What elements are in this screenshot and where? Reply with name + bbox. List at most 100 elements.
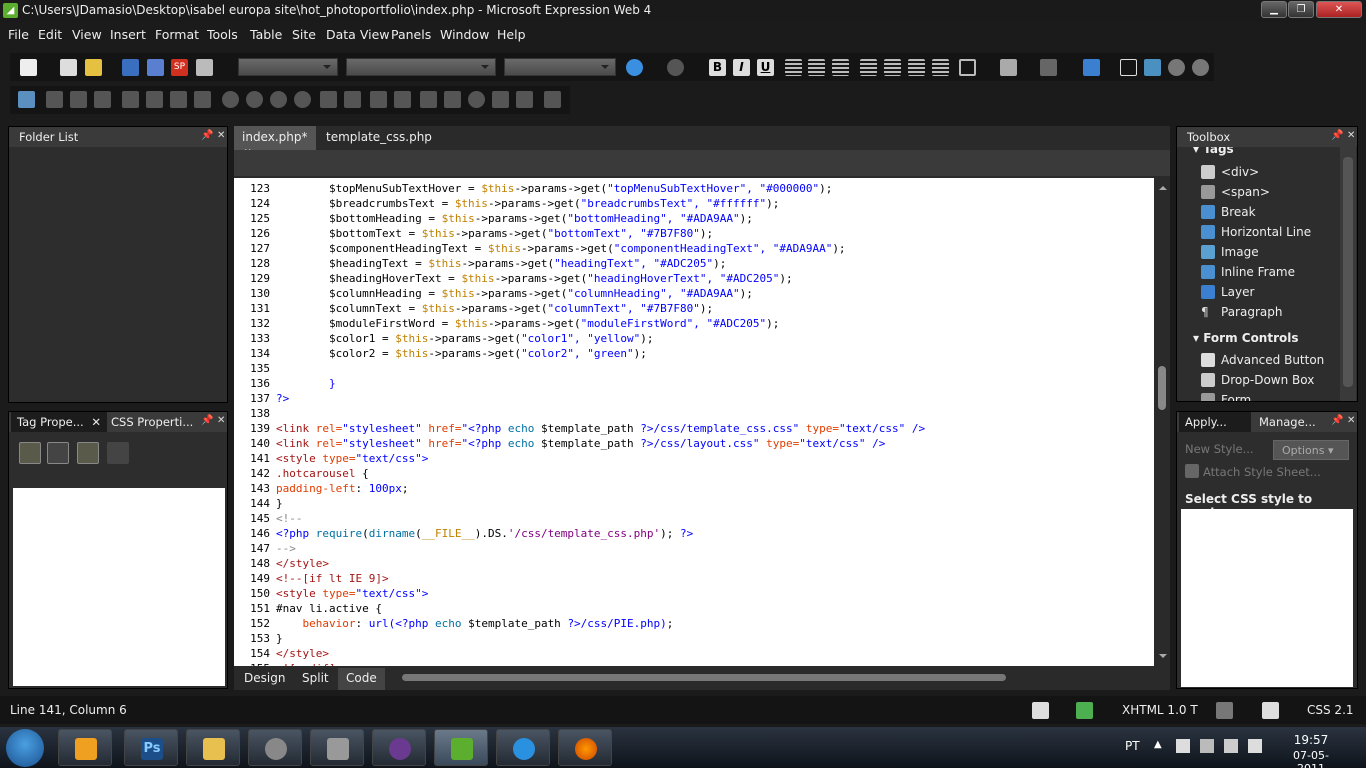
new-page-icon[interactable] (60, 59, 77, 76)
properties-grid[interactable] (13, 488, 225, 686)
code-line[interactable]: 130 $columnHeading = $this->params->get(… (234, 286, 1154, 301)
expression-web-app-icon[interactable]: ◢ (3, 3, 18, 18)
code-line[interactable]: 125 $bottomHeading = $this->params->get(… (234, 211, 1154, 226)
menu-table[interactable]: Table (250, 27, 282, 42)
summary-icon[interactable] (107, 442, 129, 464)
pin-icon[interactable]: 📌 (201, 415, 213, 426)
font-color-icon[interactable] (1040, 59, 1057, 76)
compatibility-icon[interactable] (1032, 702, 1049, 719)
tab-split-view[interactable]: Split (294, 668, 337, 690)
clock-time[interactable]: 19:57 (1281, 733, 1341, 747)
code-line[interactable]: 144} (234, 496, 1154, 511)
code-line[interactable]: 147 --> (234, 541, 1154, 556)
select-icon[interactable] (420, 91, 437, 108)
silverlight-icon[interactable] (1192, 59, 1209, 76)
send-backward-icon[interactable] (94, 91, 111, 108)
code-line[interactable]: 129 $headingHoverText = $this->params->g… (234, 271, 1154, 286)
toolbox-item-paragraph[interactable]: ¶ Paragraph (1201, 303, 1339, 323)
menu-edit[interactable]: Edit (38, 27, 62, 42)
taskbar-explorer[interactable] (186, 729, 240, 766)
more-brightness-icon[interactable] (270, 91, 287, 108)
align-left-icon[interactable] (785, 59, 802, 76)
menu-site[interactable]: Site (292, 27, 316, 42)
code-line[interactable]: 151 #nav li.active { (234, 601, 1154, 616)
vertical-scrollbar[interactable] (1154, 178, 1170, 666)
form-controls-section-header[interactable]: ▾ Form Controls (1193, 331, 1299, 345)
code-line[interactable]: 141 <style type="text/css"> (234, 451, 1154, 466)
crop-icon[interactable] (320, 91, 337, 108)
clock-date[interactable]: 07-05-2011 (1281, 749, 1341, 768)
menu-file[interactable]: File (8, 27, 29, 42)
tab-tag-properties[interactable]: Tag Prope... ✕ (11, 412, 107, 432)
network-icon[interactable] (1200, 739, 1214, 753)
horizontal-scroll-thumb[interactable] (402, 674, 1006, 681)
more-contrast-icon[interactable] (222, 91, 239, 108)
toolbox-item-drop-down-box[interactable]: Drop-Down Box (1201, 371, 1339, 391)
italic-button[interactable]: I (733, 59, 750, 76)
align-center-icon[interactable] (808, 59, 825, 76)
less-brightness-icon[interactable] (294, 91, 311, 108)
code-line[interactable]: 150 <style type="text/css"> (234, 586, 1154, 601)
toolbox-scrollbar[interactable] (1340, 147, 1356, 401)
code-line[interactable]: 132 $moduleFirstWord = $this->params->ge… (234, 316, 1154, 331)
toolbox-item-span[interactable]: <span> (1201, 183, 1339, 203)
code-line[interactable]: 149 <!--[if lt IE 9]> (234, 571, 1154, 586)
set-transparent-color-icon[interactable] (344, 91, 361, 108)
code-line[interactable]: 146 <?php require(dirname(__FILE__).DS.'/… (234, 526, 1154, 541)
action-center-icon[interactable] (1176, 739, 1190, 753)
code-line[interactable]: 142 .hotcarousel { (234, 466, 1154, 481)
minimize-button[interactable]: ▁ (1261, 1, 1287, 18)
toolbox-scroll-thumb[interactable] (1343, 157, 1353, 387)
toolbox-item-div[interactable]: <div> (1201, 163, 1339, 183)
code-line[interactable]: 134 $color2 = $this->params->get("color2… (234, 346, 1154, 361)
auto-thumbnail-icon[interactable] (46, 91, 63, 108)
preview-icon[interactable] (196, 59, 213, 76)
show-categorized-icon[interactable] (19, 442, 41, 464)
save-all-icon[interactable] (147, 59, 164, 76)
code-line[interactable]: 148 </style> (234, 556, 1154, 571)
tags-section-header[interactable]: ▾ Tags (1193, 147, 1234, 156)
close-icon[interactable]: ✕ (217, 130, 225, 141)
toolbox-item-image[interactable]: Image (1201, 243, 1339, 263)
toolbox-item-advanced-button[interactable]: Advanced Button (1201, 351, 1339, 371)
tab-design-view[interactable]: Design (236, 668, 293, 690)
pin-icon[interactable]: 📌 (1331, 415, 1343, 426)
close-button[interactable]: ✕ (1316, 1, 1362, 18)
code-view[interactable]: 123 $topMenuSubTextHover = $this->params… (234, 178, 1154, 666)
code-line[interactable]: 140 <link rel="stylesheet" href="<?php ec… (234, 436, 1154, 451)
pin-icon[interactable]: 📌 (1331, 130, 1343, 141)
rotate-right-icon[interactable] (146, 91, 163, 108)
taskbar-internet-explorer[interactable] (496, 729, 550, 766)
close-icon[interactable]: ✕ (91, 415, 101, 429)
menu-tools[interactable]: Tools (207, 27, 238, 42)
toolbox-item-layer[interactable]: Layer (1201, 283, 1339, 303)
code-line[interactable]: 128 $headingText = $this->params->get("h… (234, 256, 1154, 271)
font-family-dropdown[interactable] (346, 58, 496, 76)
menu-help[interactable]: Help (497, 27, 526, 42)
undo-icon[interactable] (626, 59, 643, 76)
align-right-icon[interactable] (832, 59, 849, 76)
start-button[interactable] (6, 729, 44, 767)
sharepoint-icon[interactable]: SP (171, 59, 188, 76)
scroll-down-icon[interactable] (1159, 654, 1167, 662)
rotate-left-icon[interactable] (122, 91, 139, 108)
sort-alphabetical-icon[interactable] (47, 442, 69, 464)
highlight-hotspots-icon[interactable] (516, 91, 533, 108)
attach-style-sheet-link[interactable]: Attach Style Sheet... (1203, 465, 1321, 479)
bevel-icon[interactable] (394, 91, 411, 108)
tab-manage-styles[interactable]: Manage... (1253, 412, 1329, 432)
css-version-indicator[interactable]: CSS 2.1 (1307, 703, 1354, 717)
decrease-indent-icon[interactable] (908, 59, 925, 76)
toolbox-item-form[interactable]: Form (1201, 391, 1339, 401)
highlight-icon[interactable] (1000, 59, 1017, 76)
options-button[interactable]: Options ▾ (1273, 440, 1349, 460)
code-line[interactable]: 133 $color1 = $this->params->get("color1… (234, 331, 1154, 346)
code-line[interactable]: 127 $componentHeadingText = $this->param… (234, 241, 1154, 256)
restore-icon[interactable] (544, 91, 561, 108)
new-document-icon[interactable] (20, 59, 37, 76)
code-line[interactable]: 155 <![endif]--> (234, 661, 1154, 666)
close-icon[interactable]: ✕ (1347, 130, 1355, 141)
insert-picture-from-file-icon[interactable] (18, 91, 35, 108)
flip-horizontal-icon[interactable] (170, 91, 187, 108)
taskbar-expression-web[interactable] (434, 729, 488, 766)
